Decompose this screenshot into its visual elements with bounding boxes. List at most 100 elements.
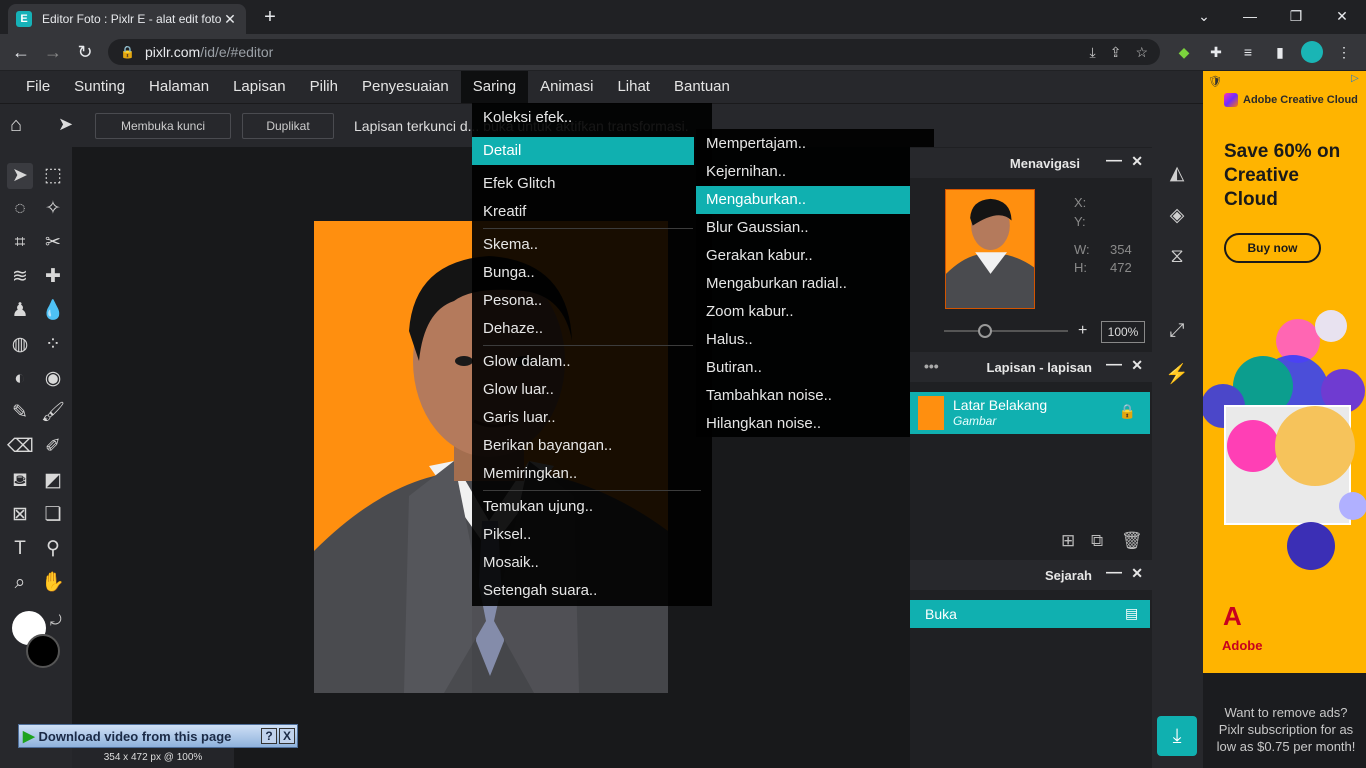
zoom-input[interactable]: 100% bbox=[1101, 321, 1145, 343]
close-tab-icon[interactable]: ✕ bbox=[222, 11, 238, 28]
zoom-in-icon[interactable]: + bbox=[1078, 322, 1087, 340]
crop-tool-icon[interactable]: ⌗ bbox=[7, 230, 33, 256]
menu-lihat[interactable]: Lihat bbox=[605, 71, 662, 103]
menu-item-bunga[interactable]: Bunga.. bbox=[472, 259, 712, 287]
close-window-button[interactable]: ✕ bbox=[1320, 4, 1364, 28]
menu-item-memiringkan[interactable]: Memiringkan.. bbox=[472, 460, 712, 488]
submenu-item-blur-gaussian[interactable]: Blur Gaussian.. bbox=[696, 214, 934, 242]
duplicate-layer-icon[interactable]: ⧉ bbox=[1091, 531, 1103, 551]
download-icon[interactable]: ⤓ bbox=[1157, 716, 1197, 756]
dodge-tool-icon[interactable]: ◐ bbox=[7, 366, 33, 392]
extensions-puzzle-icon[interactable]: ✚ bbox=[1206, 44, 1226, 62]
submenu-item-kejernihan[interactable]: Kejernihan.. bbox=[696, 158, 934, 186]
image-placeholder-icon[interactable]: ⊠ bbox=[7, 502, 33, 528]
zoom-tool-icon[interactable]: ⌕ bbox=[7, 570, 33, 596]
navigator-thumbnail[interactable] bbox=[945, 189, 1035, 309]
submenu-item-tambahkan-noise[interactable]: Tambahkan noise.. bbox=[696, 382, 934, 410]
trash-icon[interactable]: 🗑 bbox=[1121, 531, 1143, 551]
url-bar[interactable]: 🔒 pixlr.com /id/e/#editor ⤓ ⇪ ☆ bbox=[108, 39, 1160, 65]
lasso-tool-icon[interactable]: ◌ bbox=[7, 196, 33, 222]
remove-ads-text[interactable]: Want to remove ads? Pixlr subscription f… bbox=[1214, 704, 1358, 755]
tab-search-icon[interactable]: ⌄ bbox=[1182, 4, 1226, 28]
minimize-panel-icon[interactable]: — bbox=[1106, 564, 1122, 582]
clone-stamp-icon[interactable]: ♟ bbox=[7, 298, 33, 324]
video-download-bar[interactable]: ▶ Download video from this page ? X bbox=[18, 724, 298, 748]
navigator-toggle-icon[interactable]: ◭ bbox=[1164, 162, 1190, 188]
submenu-item-mengaburkan[interactable]: Mengaburkan.. bbox=[696, 186, 934, 214]
submenu-item-butiran[interactable]: Butiran.. bbox=[696, 354, 934, 382]
layer-options-icon[interactable]: ••• bbox=[924, 358, 939, 374]
menu-item-berikan-bayangan[interactable]: Berikan bayangan.. bbox=[472, 432, 712, 460]
browser-tab[interactable]: E Editor Foto : Pixlr E - alat edit foto… bbox=[8, 4, 246, 34]
blur-drop-icon[interactable]: 💧 bbox=[40, 298, 66, 324]
menu-item-piksel[interactable]: Piksel.. bbox=[472, 521, 712, 549]
menu-item-koleksi-efek[interactable]: Koleksi efek.. bbox=[472, 104, 712, 132]
close-panel-icon[interactable]: ✕ bbox=[1131, 153, 1143, 170]
download-video-label[interactable]: Download video from this page bbox=[39, 729, 232, 744]
menu-file[interactable]: File bbox=[14, 71, 62, 103]
side-panel-icon[interactable]: ▮ bbox=[1270, 44, 1290, 62]
menu-item-efek-glitch[interactable]: Efek Glitch bbox=[472, 170, 712, 198]
cutout-scissors-icon[interactable]: ✂ bbox=[40, 230, 66, 256]
unlock-button[interactable]: Membuka kunci bbox=[95, 113, 231, 139]
back-arrow-icon[interactable]: ← bbox=[8, 40, 34, 64]
color-replace-icon[interactable]: ✐ bbox=[40, 434, 66, 460]
submenu-item-hilangkan-noise[interactable]: Hilangkan noise.. bbox=[696, 410, 934, 438]
close-icon[interactable]: X bbox=[279, 728, 295, 744]
menu-bantuan[interactable]: Bantuan bbox=[662, 71, 742, 103]
menu-item-pesona[interactable]: Pesona.. bbox=[472, 287, 712, 315]
help-icon[interactable]: ? bbox=[261, 728, 277, 744]
arrange-tool-icon[interactable]: ➤ bbox=[7, 163, 33, 189]
menu-item-mosaik[interactable]: Mosaik.. bbox=[472, 549, 712, 577]
menu-lapisan[interactable]: Lapisan bbox=[221, 71, 298, 103]
add-layer-icon[interactable]: ⊞ bbox=[1061, 531, 1075, 551]
close-panel-icon[interactable]: ✕ bbox=[1131, 565, 1143, 582]
text-tool-icon[interactable]: T bbox=[7, 536, 33, 562]
brush-tool-icon[interactable]: 🖌 bbox=[40, 400, 66, 426]
chrome-menu-icon[interactable]: ⋮ bbox=[1334, 44, 1354, 62]
media-control-icon[interactable]: ≡ bbox=[1238, 44, 1258, 62]
swap-colors-icon[interactable]: ⤾ bbox=[50, 612, 62, 629]
duplicate-button[interactable]: Duplikat bbox=[242, 113, 334, 139]
menu-item-dehaze[interactable]: Dehaze.. bbox=[472, 315, 712, 343]
submenu-item-mempertajam[interactable]: Mempertajam.. bbox=[696, 130, 934, 158]
pixelate-dots-icon[interactable]: ⁘ bbox=[40, 332, 66, 358]
share-icon[interactable]: ⇪ bbox=[1110, 44, 1122, 61]
menu-sunting[interactable]: Sunting bbox=[62, 71, 137, 103]
menu-item-glow-dalam[interactable]: Glow dalam.. bbox=[472, 348, 712, 376]
minimize-panel-icon[interactable]: — bbox=[1106, 152, 1122, 170]
menu-item-garis-luar[interactable]: Garis luar.. bbox=[472, 404, 712, 432]
heal-bandage-icon[interactable]: ✚ bbox=[40, 264, 66, 290]
menu-animasi[interactable]: Animasi bbox=[528, 71, 605, 103]
liquify-tool-icon[interactable]: ≋ bbox=[7, 264, 33, 290]
burn-tool-icon[interactable]: ◉ bbox=[40, 366, 66, 392]
install-app-icon[interactable]: ⤓ bbox=[1090, 44, 1096, 61]
gradient-tool-icon[interactable]: ◩ bbox=[40, 468, 66, 494]
minimize-button[interactable]: — bbox=[1228, 4, 1272, 28]
menu-item-temukan-ujung[interactable]: Temukan ujung.. bbox=[472, 493, 712, 521]
layers-toggle-icon[interactable]: ◈ bbox=[1164, 204, 1190, 230]
bookmark-star-icon[interactable]: ☆ bbox=[1135, 44, 1148, 61]
profile-avatar[interactable] bbox=[1301, 41, 1323, 63]
menu-item-glow-luar[interactable]: Glow luar.. bbox=[472, 376, 712, 404]
history-entry[interactable]: Buka bbox=[910, 600, 1150, 628]
restore-button[interactable]: ❐ bbox=[1274, 4, 1318, 28]
home-icon[interactable]: ⌂ bbox=[10, 114, 22, 137]
menu-item-setengah-suara[interactable]: Setengah suara.. bbox=[472, 577, 712, 605]
menu-item-skema[interactable]: Skema.. bbox=[472, 231, 712, 259]
menu-penyesuaian[interactable]: Penyesuaian bbox=[350, 71, 461, 103]
new-tab-button[interactable]: + bbox=[258, 6, 282, 28]
sponge-tool-icon[interactable]: ◍ bbox=[7, 332, 33, 358]
hand-tool-icon[interactable]: ✋ bbox=[40, 570, 66, 596]
menu-item-detail[interactable]: Detail bbox=[472, 137, 694, 165]
submenu-item-mengaburkan-radial[interactable]: Mengaburkan radial.. bbox=[696, 270, 934, 298]
ad-choices-icon[interactable]: ▷ bbox=[1351, 73, 1359, 84]
menu-pilih[interactable]: Pilih bbox=[298, 71, 350, 103]
buy-now-button[interactable]: Buy now bbox=[1224, 233, 1321, 263]
layer-row[interactable]: Latar Belakang Gambar 🔒 bbox=[910, 392, 1150, 434]
pen-tool-icon[interactable]: ✎ bbox=[7, 400, 33, 426]
zoom-slider[interactable] bbox=[944, 330, 1068, 332]
minimize-panel-icon[interactable]: — bbox=[1106, 356, 1122, 374]
extension-color-icon[interactable]: ◆ bbox=[1174, 44, 1194, 62]
menu-halaman[interactable]: Halaman bbox=[137, 71, 221, 103]
